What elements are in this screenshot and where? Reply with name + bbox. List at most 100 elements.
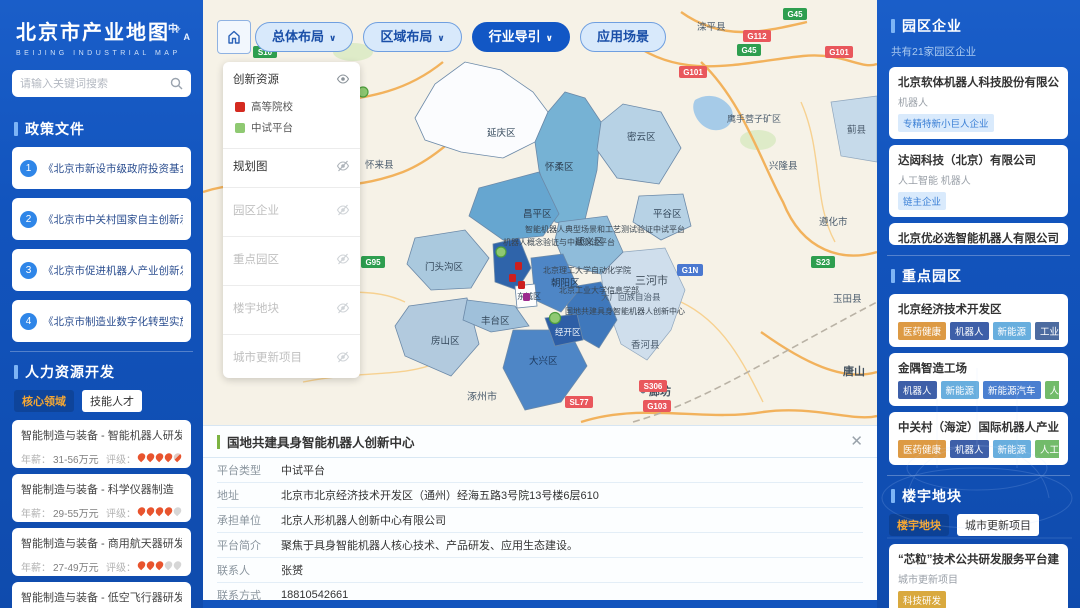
- legend-group-buildings[interactable]: 楼宇地块: [223, 286, 360, 330]
- map-label: 丰台区: [481, 315, 510, 327]
- road-badge: G45: [787, 10, 803, 19]
- search-input[interactable]: [20, 78, 170, 90]
- rating-flames: [137, 453, 182, 464]
- company-card[interactable]: 达闼科技（北京）有限公司 人工智能 机器人 链主企业: [889, 145, 1068, 217]
- buildings-section-title: 楼宇地块: [902, 486, 962, 506]
- legend-item-pilot-platform: 中试平台: [223, 117, 360, 144]
- park-card[interactable]: 金隅智造工场 机器人 新能源 新能源汽车 人工智能: [889, 353, 1068, 406]
- university-marker[interactable]: [518, 281, 525, 289]
- home-button[interactable]: [217, 20, 251, 54]
- policy-item[interactable]: 1 《北京市新设市级政府投资基金项目...: [12, 147, 191, 189]
- map-label: 房山区: [431, 335, 460, 347]
- detail-row: 承担单位北京人形机器人创新中心有限公司: [217, 508, 863, 533]
- policy-number-badge: 2: [20, 211, 37, 228]
- detail-row: 平台简介聚焦于具身智能机器人核心技术、产品研发、应用生态建设。: [217, 533, 863, 558]
- road-badge: SL77: [569, 398, 589, 407]
- university-marker[interactable]: [523, 293, 530, 301]
- tab-buildings[interactable]: 楼宇地块: [889, 514, 949, 536]
- salary-label: 年薪：: [21, 559, 51, 574]
- university-marker[interactable]: [509, 274, 516, 282]
- policy-number-badge: 1: [20, 160, 37, 177]
- industry-tag: 医药健康: [898, 322, 946, 340]
- legend-group-park-companies[interactable]: 园区企业: [223, 188, 360, 232]
- company-card[interactable]: 北京优必选智能机器人有限公司: [889, 223, 1068, 245]
- policy-item[interactable]: 2 《北京市中关村国家自主创新示范区...: [12, 198, 191, 240]
- legend-group-innovation[interactable]: 创新资源: [223, 62, 360, 96]
- pilot-platform-marker[interactable]: [496, 247, 506, 257]
- legend-group-urban-renewal[interactable]: 城市更新项目: [223, 335, 360, 378]
- salary-label: 年薪：: [21, 451, 51, 466]
- policy-item[interactable]: 3 《北京市促进机器人产业创新发展的...: [12, 249, 191, 291]
- eye-hidden-icon[interactable]: [336, 252, 350, 266]
- map-label: 怀柔区: [545, 161, 574, 173]
- page-bottom-strip: [203, 600, 877, 608]
- eye-hidden-icon[interactable]: [336, 203, 350, 217]
- road-badge: G112: [747, 32, 767, 41]
- map-label: 兴隆县: [769, 160, 798, 172]
- road-badge: G95: [365, 258, 381, 267]
- tab-urban-renewal[interactable]: 城市更新项目: [957, 514, 1039, 536]
- map-label: 经开区: [555, 327, 581, 337]
- tab-core-fields[interactable]: 核心领域: [14, 390, 74, 412]
- brand: 北京市产业地图 中 ⇄ A BEIJING INDUSTRIAL MAP: [0, 0, 203, 57]
- job-item[interactable]: 智能制造与装备 - 低空飞行器研发与...: [12, 582, 191, 608]
- search-icon[interactable]: [170, 77, 183, 90]
- language-toggle-icon[interactable]: 中 ⇄ A: [167, 20, 191, 42]
- chevron-down-icon: ∨: [329, 24, 336, 52]
- rating-label: 评级：: [106, 451, 136, 466]
- section-accent-bar: [891, 19, 895, 33]
- nav-industry-guide[interactable]: 行业导引∨: [472, 22, 570, 52]
- map-label: 怀来县: [365, 159, 394, 171]
- road-badge: G45: [741, 46, 757, 55]
- park-card[interactable]: 北京经济技术开发区 医药健康 机器人 新能源 工业互联网: [889, 294, 1068, 347]
- detail-row: 地址北京市北京经济技术开发区（通州）经海五路3号院13号楼6层610: [217, 483, 863, 508]
- rating-flames: [137, 561, 182, 572]
- app-title: 北京市产业地图: [16, 16, 189, 45]
- divider: [10, 351, 193, 352]
- map-label: 涿州市: [467, 390, 497, 403]
- eye-hidden-icon[interactable]: [336, 159, 350, 173]
- map-label: 滦平县: [697, 21, 726, 33]
- section-accent-bar: [891, 489, 895, 503]
- detail-panel: 国地共建具身智能机器人创新中心 ✕ 平台类型中试平台 地址北京市北京经济技术开发…: [203, 425, 877, 600]
- nav-overall-layout[interactable]: 总体布局∨: [255, 22, 353, 52]
- company-tag: 链主企业: [898, 192, 946, 210]
- nav-application-scene[interactable]: 应用场景: [580, 22, 666, 52]
- map-label: 香河县: [631, 339, 660, 351]
- companies-section-title: 园区企业: [902, 16, 962, 36]
- university-marker[interactable]: [515, 262, 522, 270]
- industry-tag: 新能源: [993, 322, 1032, 340]
- map-label: 大兴区: [529, 355, 558, 367]
- map-label: 门头沟区: [425, 261, 464, 273]
- building-card[interactable]: “芯粒”技术公共研发服务平台建设... 城市更新项目 科技研发: [889, 544, 1068, 608]
- rating-flames: [137, 507, 182, 518]
- legend-group-key-parks[interactable]: 重点园区: [223, 237, 360, 281]
- policy-item[interactable]: 4 《北京市制造业数字化转型实施方案...: [12, 300, 191, 342]
- map-annotation: 智能机器人典型场景和工艺测试验证中试平台: [525, 224, 685, 234]
- eye-hidden-icon[interactable]: [336, 301, 350, 315]
- map-area: 滦平县 怀来县 延庆区 怀柔区 密云区 昌平区 平谷区 顺义区 门头沟区 朝阳区…: [203, 0, 877, 608]
- eye-visible-icon[interactable]: [336, 72, 350, 86]
- close-icon[interactable]: ✕: [850, 434, 863, 449]
- legend-item-university: 高等院校: [223, 96, 360, 117]
- company-tag: 专精特新小巨人企业: [898, 114, 994, 132]
- industry-tag: 科技研发: [898, 591, 946, 608]
- eye-hidden-icon[interactable]: [336, 350, 350, 364]
- job-item[interactable]: 智能制造与装备 - 智能机器人研发与... 年薪：31-56万元 评级：: [12, 420, 191, 468]
- tab-skilled-talent[interactable]: 技能人才: [82, 390, 142, 412]
- park-card[interactable]: 中关村（海淀）国际机器人产业园 医药健康 机器人 新能源 人工智能: [889, 412, 1068, 465]
- job-item[interactable]: 智能制造与装备 - 商用航天器研发与... 年薪：27-49万元 评级：: [12, 528, 191, 576]
- legend-group-planning-map[interactable]: 规划图: [223, 149, 360, 183]
- industry-tag: 新能源: [941, 381, 980, 399]
- hr-section-title: 人力资源开发: [25, 362, 115, 382]
- pilot-platform-marker[interactable]: [550, 313, 561, 324]
- policy-number-badge: 4: [20, 313, 37, 330]
- map-label: 玉田县: [833, 294, 862, 305]
- companies-count: 共有21家园区企业: [891, 44, 1066, 59]
- nav-regional-layout[interactable]: 区域布局∨: [363, 22, 461, 52]
- industry-tag: 新能源汽车: [983, 381, 1041, 399]
- road-badge: S306: [644, 382, 663, 391]
- job-item[interactable]: 智能制造与装备 - 科学仪器制造 年薪：29-55万元 评级：: [12, 474, 191, 522]
- company-card[interactable]: 北京软体机器人科技股份有限公司 机器人 专精特新小巨人企业: [889, 67, 1068, 139]
- industry-tag: 机器人: [950, 322, 989, 340]
